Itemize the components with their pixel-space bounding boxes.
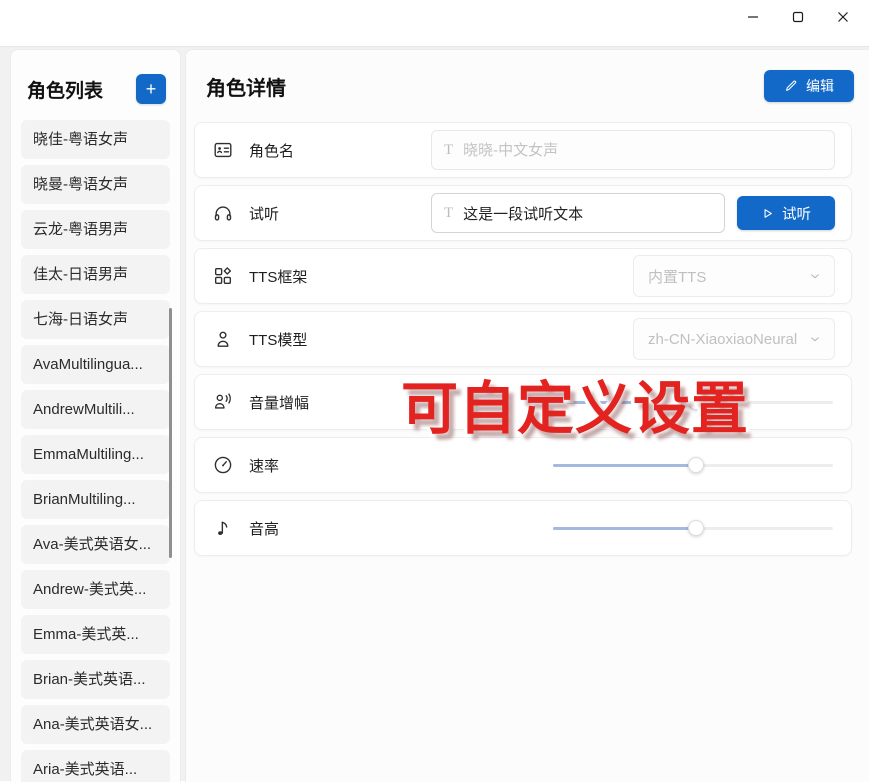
tts-model-select[interactable]: zh-CN-XiaoxiaoNeural xyxy=(633,318,835,360)
field-label: TTS模型 xyxy=(249,329,307,350)
list-item[interactable]: 七海-日语女声 xyxy=(21,300,170,339)
list-item[interactable]: Ana-美式英语女... xyxy=(21,705,170,744)
list-item[interactable]: 佳太-日语男声 xyxy=(21,255,170,294)
sidebar-scrollbar[interactable] xyxy=(169,308,172,558)
plus-icon: + xyxy=(146,80,157,98)
audition-text-input[interactable] xyxy=(463,205,712,222)
role-list-panel: 角色列表 + 晓佳-粤语女声晓曼-粤语女声云龙-粤语男声佳太-日语男声七海-日语… xyxy=(10,49,181,782)
text-type-icon: T xyxy=(444,205,453,222)
role-name-input-wrap: T xyxy=(431,130,835,170)
list-item[interactable]: Emma-美式英... xyxy=(21,615,170,654)
id-card-icon xyxy=(211,138,235,162)
form-row-tts-framework: TTS框架 内置TTS xyxy=(194,248,852,304)
minimize-icon xyxy=(747,11,759,23)
form-row-role-name: 角色名 T xyxy=(194,122,852,178)
maximize-button[interactable] xyxy=(775,2,820,32)
role-list-header: 角色列表 + xyxy=(11,50,180,118)
pitch-slider[interactable] xyxy=(553,520,833,536)
field-label: TTS框架 xyxy=(249,266,307,287)
field-label: 速率 xyxy=(249,455,279,476)
list-item[interactable]: Aria-美式英语... xyxy=(21,750,170,782)
app-grid-icon xyxy=(211,264,235,288)
audition-button[interactable]: 试听 xyxy=(737,196,835,230)
text-type-icon: T xyxy=(444,142,453,159)
list-item[interactable]: 晓曼-粤语女声 xyxy=(21,165,170,204)
list-item[interactable]: Brian-美式英语... xyxy=(21,660,170,699)
tts-framework-value: 内置TTS xyxy=(648,266,706,287)
title-bar xyxy=(0,0,869,46)
list-item[interactable]: AvaMultilingua... xyxy=(21,345,170,384)
field-label: 音量增幅 xyxy=(249,392,309,413)
pencil-icon xyxy=(784,79,798,93)
annotation-overlay-text: 可自定义设置 xyxy=(401,363,749,445)
page-title: 角色详情 xyxy=(206,72,286,101)
add-role-button[interactable]: + xyxy=(136,74,166,104)
music-note-icon xyxy=(211,516,235,540)
field-label: 角色名 xyxy=(249,140,294,161)
audition-button-label: 试听 xyxy=(782,203,811,224)
list-item[interactable]: 晓佳-粤语女声 xyxy=(21,120,170,159)
edit-button[interactable]: 编辑 xyxy=(764,70,854,102)
close-button[interactable] xyxy=(820,2,865,32)
role-list-title: 角色列表 xyxy=(27,76,136,103)
list-item[interactable]: EmmaMultiling... xyxy=(21,435,170,474)
audition-text-input-wrap: T xyxy=(431,193,725,233)
person-icon xyxy=(211,327,235,351)
headphones-icon xyxy=(211,201,235,225)
role-name-input[interactable] xyxy=(463,142,822,159)
list-item[interactable]: BrianMultiling... xyxy=(21,480,170,519)
play-icon xyxy=(761,207,774,220)
form-row-audition: 试听 T 试听 xyxy=(194,185,852,241)
chevron-down-icon xyxy=(808,332,822,346)
maximize-icon xyxy=(792,11,804,23)
form-row-pitch: 音高 xyxy=(194,500,852,556)
tts-model-value: zh-CN-XiaoxiaoNeural xyxy=(648,331,797,348)
role-detail-header: 角色详情 编辑 xyxy=(186,50,869,120)
tts-framework-select[interactable]: 内置TTS xyxy=(633,255,835,297)
list-item[interactable]: 云龙-粤语男声 xyxy=(21,210,170,249)
edit-button-label: 编辑 xyxy=(806,76,834,96)
voice-volume-icon xyxy=(211,390,235,414)
slider-thumb[interactable] xyxy=(688,457,704,473)
gauge-icon xyxy=(211,453,235,477)
rate-slider[interactable] xyxy=(553,457,833,473)
close-icon xyxy=(837,11,849,23)
role-list: 晓佳-粤语女声晓曼-粤语女声云龙-粤语男声佳太-日语男声七海-日语女声 AvaMu… xyxy=(11,118,180,782)
form-row-rate: 速率 xyxy=(194,437,852,493)
detail-form: 角色名 T 试听 T xyxy=(186,120,869,556)
window-controls xyxy=(730,2,865,32)
form-row-tts-model: TTS模型 zh-CN-XiaoxiaoNeural xyxy=(194,311,852,367)
list-item[interactable]: Andrew-美式英... xyxy=(21,570,170,609)
list-item[interactable]: Ava-美式英语女... xyxy=(21,525,170,564)
field-label: 试听 xyxy=(249,203,279,224)
chevron-down-icon xyxy=(808,269,822,283)
field-label: 音高 xyxy=(249,518,279,539)
list-item[interactable]: AndrewMultili... xyxy=(21,390,170,429)
slider-thumb[interactable] xyxy=(688,520,704,536)
minimize-button[interactable] xyxy=(730,2,775,32)
